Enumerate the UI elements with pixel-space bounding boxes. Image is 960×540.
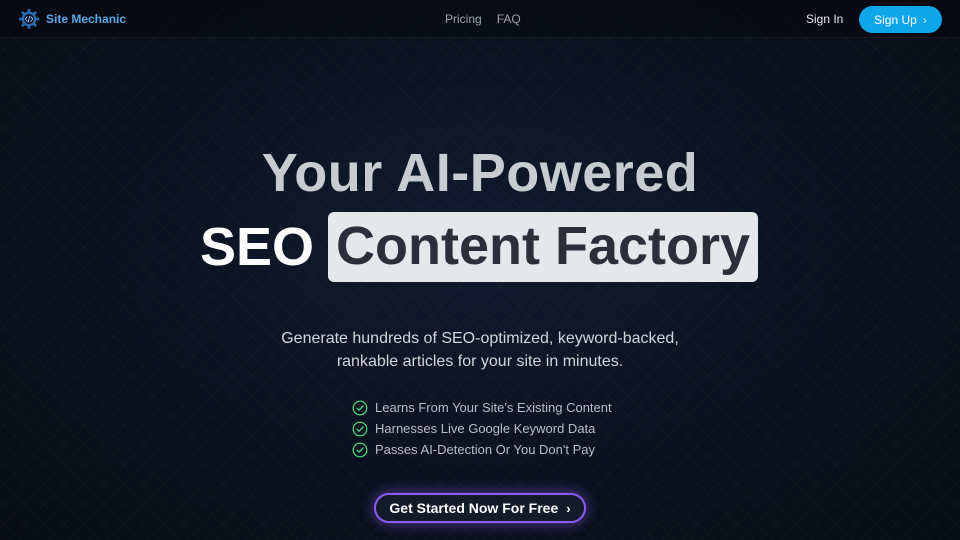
chevron-right-icon: › (922, 12, 927, 27)
top-nav: Site Mechanic Pricing FAQ Sign In Sign U… (0, 0, 960, 38)
sign-up-label: Sign Up (874, 12, 917, 27)
nav-link-pricing[interactable]: Pricing (445, 12, 482, 26)
brand-link[interactable]: Site Mechanic (18, 8, 126, 30)
hero-title-seo: SEO (200, 217, 315, 277)
hero-title-line2: SEO Content Factory (200, 212, 759, 282)
feature-item: Harnesses Live Google Keyword Data (352, 418, 612, 439)
feature-text: Harnesses Live Google Keyword Data (375, 421, 596, 436)
hero-title-highlight: Content Factory (328, 212, 759, 282)
feature-text: Learns From Your Site's Existing Content (375, 400, 612, 415)
feature-list: Learns From Your Site's Existing Content… (352, 397, 612, 460)
get-started-button[interactable]: Get Started Now For Free › (374, 493, 586, 523)
sign-in-link[interactable]: Sign In (806, 12, 843, 26)
get-started-label: Get Started Now For Free (389, 500, 559, 516)
feature-item: Passes AI-Detection Or You Don't Pay (352, 439, 612, 460)
check-circle-icon (352, 421, 368, 436)
check-circle-icon (352, 442, 368, 457)
feature-item: Learns From Your Site's Existing Content (352, 397, 612, 418)
sign-up-button[interactable]: Sign Up › (859, 6, 942, 33)
gear-code-logo-icon (18, 8, 40, 30)
nav-links: Pricing FAQ (445, 12, 521, 26)
nav-link-faq[interactable]: FAQ (497, 12, 521, 26)
check-circle-icon (352, 400, 368, 415)
brand-name: Site Mechanic (46, 12, 127, 26)
hero-title-line1: Your AI-Powered (261, 143, 699, 203)
chevron-right-icon: › (566, 500, 571, 516)
feature-text: Passes AI-Detection Or You Don't Pay (375, 442, 595, 457)
hero-subtitle: Generate hundreds of SEO-optimized, keyw… (281, 330, 679, 370)
